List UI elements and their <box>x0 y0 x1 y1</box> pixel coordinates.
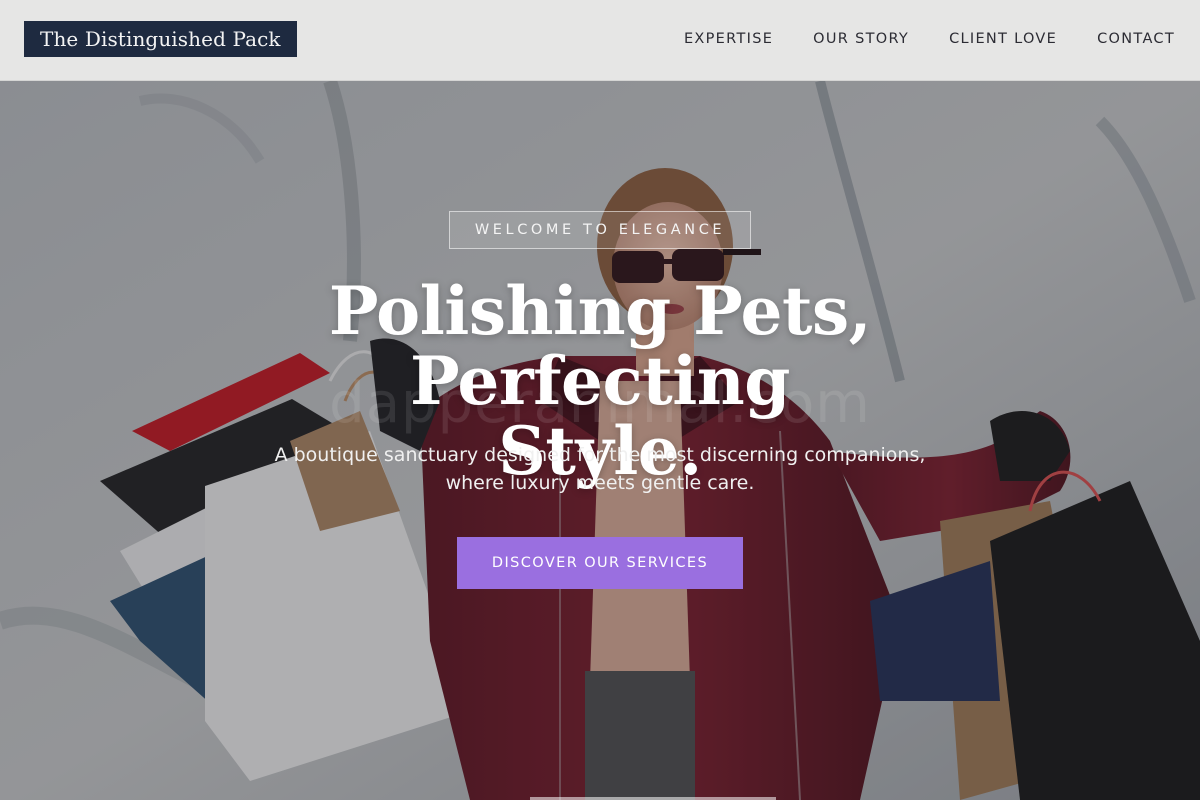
nav-item-client-love[interactable]: CLIENT LOVE <box>949 31 1057 47</box>
welcome-tag: WELCOME TO ELEGANCE <box>449 211 751 249</box>
nav-item-expertise[interactable]: EXPERTISE <box>684 31 773 47</box>
brand-logo[interactable]: The Distinguished Pack <box>24 21 297 57</box>
nav-item-contact[interactable]: CONTACT <box>1097 31 1175 47</box>
hero-subtitle-line-1: A boutique sanctuary designed for the mo… <box>274 444 926 466</box>
site-header: The Distinguished Pack EXPERTISE OUR STO… <box>0 0 1200 81</box>
nav-item-our-story[interactable]: OUR STORY <box>813 31 909 47</box>
hero-title-line-1: Polishing Pets, Perfecting <box>328 272 872 420</box>
hero-section: dapperanimal.com WELCOME TO ELEGANCE Pol… <box>0 81 1200 800</box>
main-nav: EXPERTISE OUR STORY CLIENT LOVE CONTACT <box>684 31 1175 47</box>
discover-services-button[interactable]: DISCOVER OUR SERVICES <box>457 537 743 589</box>
hero-subtitle: A boutique sanctuary designed for the mo… <box>230 441 970 497</box>
hero-subtitle-line-2: where luxury meets gentle care. <box>445 472 755 494</box>
